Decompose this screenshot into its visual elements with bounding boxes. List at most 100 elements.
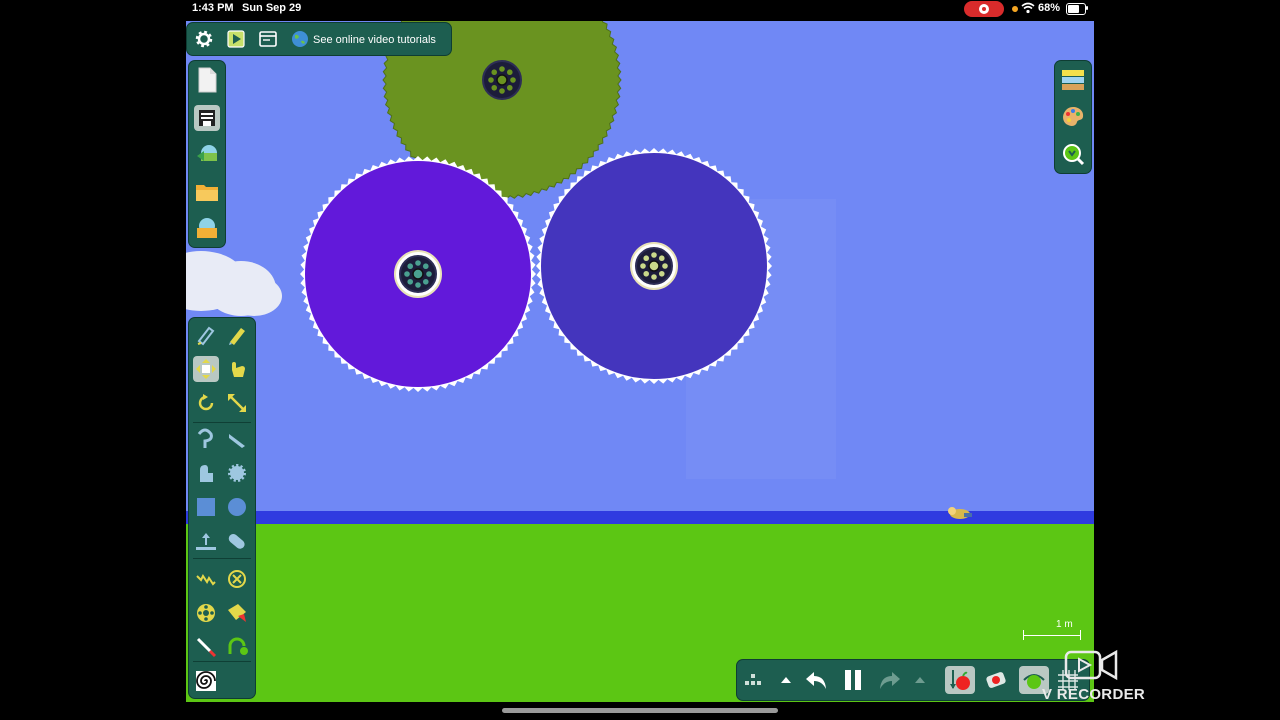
box-tool-button[interactable]	[193, 494, 219, 520]
polygon-tool-button[interactable]	[224, 528, 250, 554]
settings-button[interactable]	[191, 26, 217, 52]
grid-icon	[745, 674, 761, 685]
axle-hole	[426, 271, 432, 277]
axle-hole	[422, 278, 429, 285]
square-icon	[195, 496, 217, 518]
record-icon	[979, 4, 989, 14]
window-icon	[259, 31, 277, 47]
axle-hole	[415, 282, 421, 288]
grid-menu-button[interactable]	[740, 667, 766, 693]
indigo-gear-axle	[630, 242, 678, 290]
background-button[interactable]	[1060, 67, 1086, 93]
home-indicator[interactable]	[502, 708, 778, 713]
scale-bar	[1023, 635, 1081, 636]
gear-tool-button[interactable]	[224, 460, 250, 486]
brush-tool-button[interactable]	[193, 460, 219, 486]
play-scene-button[interactable]	[223, 26, 249, 52]
divider	[193, 422, 251, 423]
browse-scenes-button[interactable]	[194, 215, 220, 241]
divider	[193, 558, 251, 559]
chevron-up-icon	[915, 677, 925, 683]
scale-tick	[1080, 630, 1081, 640]
axle-tool-button[interactable]	[193, 600, 219, 626]
gravity-toggle[interactable]	[945, 666, 975, 694]
axle-hole	[658, 255, 665, 262]
tracer-tool-button[interactable]	[193, 668, 219, 694]
axle-hole	[651, 252, 657, 258]
move-tool-button[interactable]	[193, 356, 219, 382]
tutorials-link[interactable]: See online video tutorials	[313, 34, 436, 46]
plane-tool-button[interactable]	[193, 528, 219, 554]
spiral-icon	[195, 670, 217, 692]
scale-arrows-icon	[226, 392, 248, 414]
axle-hole	[422, 263, 429, 270]
redo-menu-button[interactable]	[907, 667, 933, 693]
file-toolbar	[189, 61, 225, 247]
screen-recording-indicator[interactable]	[964, 1, 1004, 17]
open-scene-icon	[197, 145, 217, 161]
simulation-canvas[interactable]	[186, 21, 1094, 702]
thruster-tool-button[interactable]	[224, 600, 250, 626]
gear-icon	[195, 30, 213, 48]
battery-percentage: 68%	[1038, 2, 1061, 14]
knife-tool-button[interactable]	[224, 426, 250, 452]
appearance-button[interactable]	[1060, 104, 1086, 130]
open-scene-button[interactable]	[194, 141, 220, 167]
scale-tool-button[interactable]	[224, 390, 250, 416]
fixate-tool-button[interactable]	[224, 566, 250, 592]
purple-gear-axle	[394, 250, 442, 298]
browse-scenes-icon	[197, 218, 217, 238]
pencil-tool-button[interactable]	[224, 322, 250, 348]
laser-tool-button[interactable]	[193, 634, 219, 660]
axle-hole	[491, 84, 498, 91]
wifi-icon	[1021, 2, 1035, 14]
spring-tool-button[interactable]	[193, 566, 219, 592]
plane-icon	[195, 530, 217, 552]
right-toolbar	[1055, 61, 1091, 173]
pause-button[interactable]	[840, 667, 866, 693]
spring-icon	[195, 568, 217, 590]
axle-hole	[499, 66, 505, 72]
drag-tool-button[interactable]	[224, 356, 250, 382]
ragdoll-figure-icon[interactable]	[946, 504, 974, 524]
new-document-icon	[198, 67, 217, 93]
save-scene-button[interactable]	[194, 105, 220, 131]
axle-hole	[506, 69, 513, 76]
window-button[interactable]	[255, 26, 281, 52]
battery-icon	[1066, 3, 1086, 15]
new-scene-button[interactable]	[194, 67, 220, 93]
chevron-up-icon	[781, 677, 791, 683]
save-icon	[199, 110, 215, 126]
air-friction-icon	[986, 672, 1006, 688]
axle-hole	[491, 69, 498, 76]
scale-label: 1 m	[1056, 619, 1073, 630]
video-camera-icon	[1064, 649, 1118, 681]
tools-toolbar	[189, 318, 255, 698]
undo-button[interactable]	[803, 667, 829, 693]
hinge-tool-button[interactable]	[224, 634, 250, 660]
open-folder-button[interactable]	[194, 179, 220, 205]
circle-tool-button[interactable]	[224, 494, 250, 520]
tutorials-button[interactable]	[287, 26, 313, 52]
capsule-icon	[226, 530, 248, 552]
zoom-button[interactable]	[1060, 141, 1086, 167]
fixate-icon	[226, 568, 248, 590]
battery-tip	[1086, 6, 1088, 10]
sketch-tool-button[interactable]	[193, 322, 219, 348]
redo-icon	[880, 672, 900, 689]
axle-hole	[658, 270, 665, 277]
background-icon	[1062, 70, 1084, 90]
brush-icon	[195, 462, 217, 484]
rope-tool-button[interactable]	[193, 426, 219, 452]
scale-tick	[1023, 630, 1024, 640]
redo-button	[877, 667, 903, 693]
axle-hole	[662, 263, 668, 269]
air-friction-toggle[interactable]	[983, 667, 1009, 693]
axle-hole	[407, 263, 414, 270]
rotate-tool-button[interactable]	[193, 390, 219, 416]
axle-hole	[415, 260, 421, 266]
zoom-icon	[1063, 144, 1085, 166]
undo-menu-button[interactable]	[773, 667, 799, 693]
pause-icon	[845, 670, 861, 690]
axle-hole	[510, 77, 516, 83]
